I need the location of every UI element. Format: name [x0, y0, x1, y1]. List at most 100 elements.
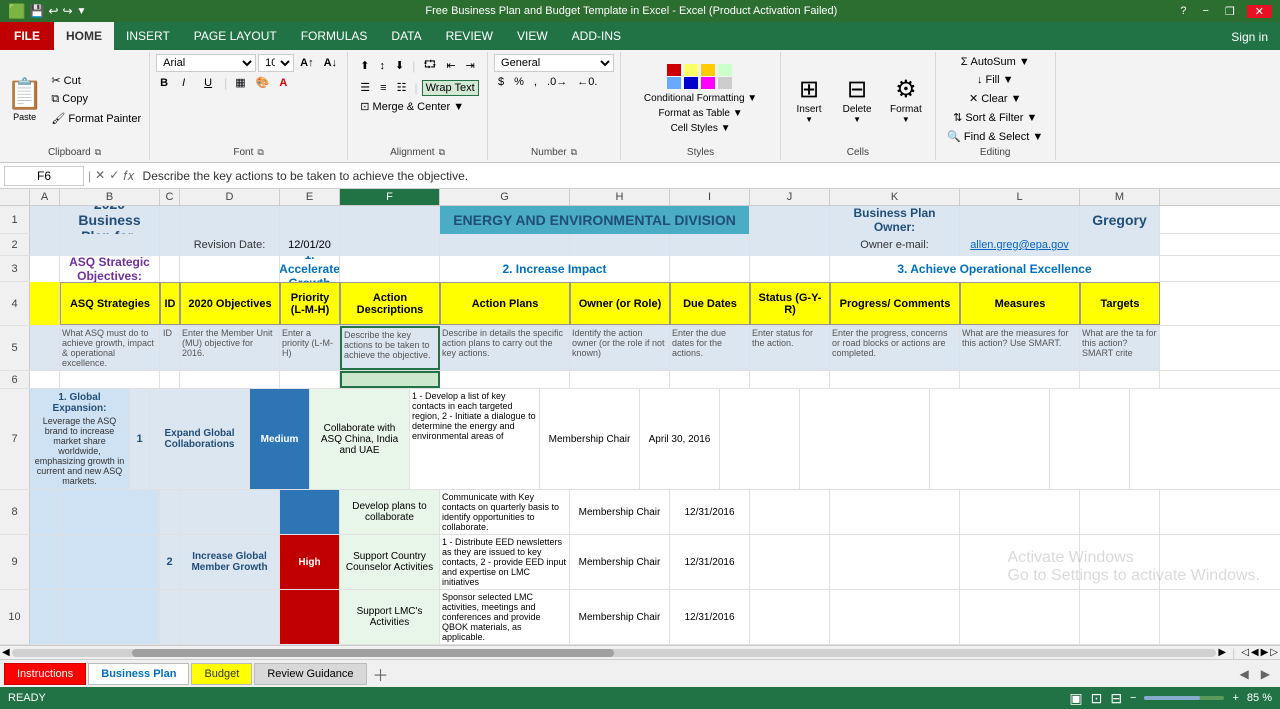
zoom-slider[interactable]	[1144, 696, 1224, 700]
cell-h6[interactable]	[570, 371, 670, 388]
cell-g10[interactable]: Sponsor selected LMC activities, meeting…	[440, 590, 570, 644]
col-e[interactable]: E	[280, 189, 340, 205]
tab-formulas[interactable]: FORMULAS	[289, 22, 380, 50]
cell-c8[interactable]	[160, 490, 180, 534]
cell-e9[interactable]: High	[280, 535, 340, 589]
col-g[interactable]: G	[440, 189, 570, 205]
cell-j2[interactable]	[750, 234, 830, 256]
cell-f10[interactable]: Support LMC's Activities	[340, 590, 440, 644]
zoom-level[interactable]: 85 %	[1247, 692, 1272, 704]
restore-button[interactable]: ❒	[1221, 5, 1239, 18]
page-break-view-icon[interactable]: ⊟	[1110, 690, 1122, 707]
nav-arrow-4[interactable]: ▷	[1270, 647, 1278, 658]
cell-h10[interactable]: Membership Chair	[570, 590, 670, 644]
cut-button[interactable]: ✂ Cut	[47, 72, 145, 89]
cell-i6[interactable]	[670, 371, 750, 388]
cell-j4[interactable]: Status (G-Y-R)	[750, 282, 830, 325]
fill-button[interactable]: ↓ Fill ▼	[973, 72, 1018, 88]
col-l[interactable]: L	[960, 189, 1080, 205]
insert-function-icon[interactable]: 𝑓𝑥	[123, 168, 134, 184]
italic-button[interactable]: I	[178, 75, 198, 91]
cell-f1[interactable]	[340, 206, 440, 234]
cell-l1[interactable]	[960, 206, 1080, 234]
cell-c10[interactable]	[160, 590, 180, 644]
cell-k7[interactable]	[800, 389, 930, 489]
align-top-button[interactable]: ⬆	[356, 57, 373, 74]
cell-a2[interactable]	[30, 234, 60, 256]
quick-access-undo[interactable]: ↩	[48, 4, 58, 18]
cell-m7[interactable]	[1050, 389, 1130, 489]
col-j[interactable]: J	[750, 189, 830, 205]
cell-e8[interactable]	[280, 490, 340, 534]
cell-h2[interactable]	[570, 234, 670, 256]
cell-b4[interactable]: ASQ Strategies	[60, 282, 160, 325]
format-button[interactable]: ⚙ Format ▼	[883, 70, 929, 129]
cell-a9[interactable]	[30, 535, 60, 589]
cell-j5[interactable]: Enter status for the action.	[750, 326, 830, 370]
cell-m10[interactable]	[1080, 590, 1160, 644]
format-as-table-button[interactable]: Format as Table ▼	[654, 106, 746, 121]
decrease-font-button[interactable]: A↓	[320, 55, 341, 71]
cell-l5[interactable]: What are the measures for this action? U…	[960, 326, 1080, 370]
cell-i4[interactable]: Due Dates	[670, 282, 750, 325]
cell-f5[interactable]: Describe the key actions to be taken to …	[340, 326, 440, 370]
cell-k2[interactable]: Owner e-mail:	[830, 234, 960, 256]
tab-view[interactable]: VIEW	[505, 22, 560, 50]
cell-e7[interactable]: Medium	[250, 389, 310, 489]
font-color-button[interactable]: A	[275, 75, 291, 91]
font-size-select[interactable]: 10	[258, 54, 294, 72]
decrease-decimal-button[interactable]: .0→	[543, 74, 571, 90]
percent-button[interactable]: %	[510, 74, 528, 90]
cell-l6[interactable]	[960, 371, 1080, 388]
col-c[interactable]: C	[160, 189, 180, 205]
format-painter-button[interactable]: 🖌 Format Painter	[47, 110, 145, 127]
cell-b2[interactable]	[60, 234, 160, 256]
cell-d6[interactable]	[180, 371, 280, 388]
paste-button[interactable]: 📋 Paste	[4, 75, 45, 124]
cell-b8[interactable]	[60, 490, 160, 534]
cell-d3[interactable]	[180, 256, 280, 282]
cell-f7[interactable]: Collaborate with ASQ China, India and UA…	[310, 389, 410, 489]
cancel-formula-icon[interactable]: ✕	[95, 168, 105, 184]
cell-c2[interactable]	[160, 234, 180, 256]
col-i[interactable]: I	[670, 189, 750, 205]
cell-j9[interactable]	[750, 535, 830, 589]
formula-input[interactable]	[139, 167, 1276, 185]
alignment-dialog-icon[interactable]: ⧉	[439, 147, 445, 158]
cell-j7[interactable]	[720, 389, 800, 489]
cell-d4[interactable]: 2020 Objectives	[180, 282, 280, 325]
cell-g6[interactable]	[440, 371, 570, 388]
cell-a6[interactable]	[30, 371, 60, 388]
cell-i9[interactable]: 12/31/2016	[670, 535, 750, 589]
col-d[interactable]: D	[180, 189, 280, 205]
minimize-button[interactable]: −	[1198, 5, 1212, 18]
cell-f6[interactable]	[340, 371, 440, 388]
tab-review-guidance[interactable]: Review Guidance	[254, 663, 366, 685]
sort-filter-button[interactable]: ⇅ Sort & Filter ▼	[949, 109, 1041, 126]
find-select-button[interactable]: 🔍 Find & Select ▼	[943, 128, 1047, 145]
cell-b3[interactable]: ASQ Strategic Objectives:	[60, 256, 160, 282]
tab-insert[interactable]: INSERT	[114, 22, 182, 50]
underline-button[interactable]: U	[200, 75, 220, 91]
col-m[interactable]: M	[1080, 189, 1160, 205]
cell-i7[interactable]: April 30, 2016	[640, 389, 720, 489]
col-k[interactable]: K	[830, 189, 960, 205]
nav-arrow-3[interactable]: ▶	[1261, 647, 1269, 658]
cell-b6[interactable]	[60, 371, 160, 388]
cell-b1[interactable]: 2020 Business Plan for:	[60, 206, 160, 234]
cell-c3[interactable]	[160, 256, 180, 282]
cell-b7[interactable]: 1. Global Expansion: Leverage the ASQ br…	[30, 389, 130, 489]
cell-i10[interactable]: 12/31/2016	[670, 590, 750, 644]
page-layout-view-icon[interactable]: ⊡	[1091, 690, 1103, 707]
cell-b9[interactable]	[60, 535, 160, 589]
merge-center-button[interactable]: ⊡ Merge & Center ▼	[356, 98, 479, 115]
bold-button[interactable]: B	[156, 75, 176, 91]
cell-f4[interactable]: Action Descriptions	[340, 282, 440, 325]
cell-g7[interactable]: 1 - Develop a list of key contacts in ea…	[410, 389, 540, 489]
cell-d7[interactable]: Expand Global Collaborations	[150, 389, 250, 489]
delete-button[interactable]: ⊟ Delete ▼	[835, 70, 879, 129]
zoom-out-button[interactable]: −	[1130, 692, 1136, 704]
number-dialog-icon[interactable]: ⧉	[571, 147, 577, 158]
close-button[interactable]: ✕	[1247, 5, 1272, 18]
cell-a3[interactable]	[30, 256, 60, 282]
